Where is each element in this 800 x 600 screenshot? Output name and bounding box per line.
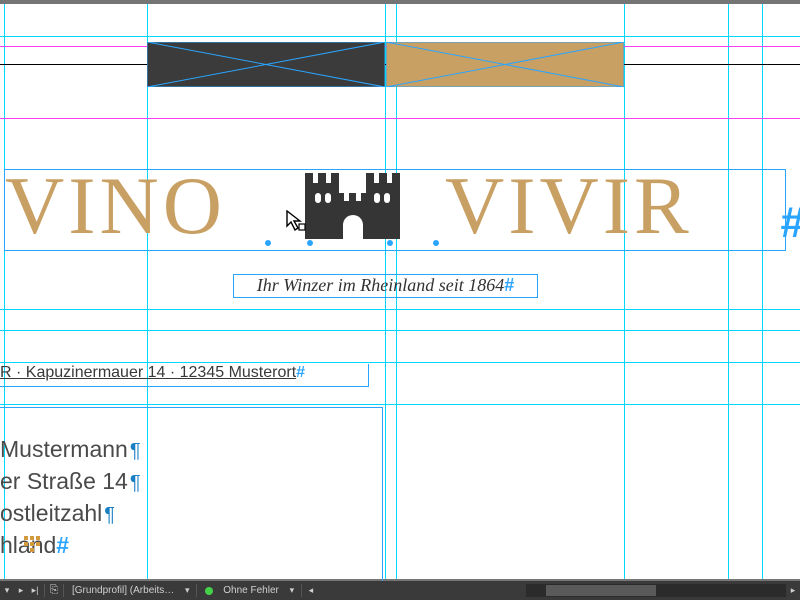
status-bar: ▾ ▸ ▸| ⎘ [Grundprofil] (Arbeits… ▾ Ohne … (0, 581, 800, 600)
preflight-dropdown[interactable]: ▾ (180, 581, 194, 600)
end-of-story-hash: # (56, 532, 69, 558)
pilcrow-icon: ¶ (128, 440, 141, 462)
logo-text-frame[interactable]: VINO VIVIR (4, 169, 786, 251)
address-text-frame[interactable]: Mustermann¶ er Straße 14¶ ostleitzahl¶ h… (0, 407, 383, 584)
guide-horizontal (0, 309, 800, 310)
end-of-story-hash: # (296, 364, 305, 381)
pilcrow-icon: ¶ (102, 504, 115, 526)
h-scroll-right[interactable]: ▸ (786, 581, 800, 600)
tagline-text: Ihr Winzer im Rheinland seit 1864 (257, 275, 504, 295)
address-line: hland# (0, 530, 382, 560)
page-nav-last[interactable]: ▸| (28, 581, 42, 600)
guide-vertical (728, 4, 729, 579)
h-scrollbar-track[interactable] (526, 584, 786, 597)
selection-handle (307, 240, 313, 246)
guide-horizontal (0, 404, 800, 405)
pilcrow-icon: ¶ (128, 472, 141, 494)
sender-line: R · Kapuzinermauer 14 · 12345 Musterort (0, 364, 296, 381)
end-of-story-hash: # (504, 275, 514, 295)
document-canvas[interactable]: VINO VIVIR (0, 4, 800, 579)
page-nav-dropdown[interactable]: ▾ (0, 581, 14, 600)
open-page-icon[interactable]: ⎘ (47, 581, 61, 600)
logo-word-left: VINO (5, 170, 226, 242)
sender-text-frame[interactable]: R · Kapuzinermauer 14 · 12345 Musterort# (0, 364, 369, 387)
page-nav-next[interactable]: ▸ (14, 581, 28, 600)
overset-text-icon (24, 536, 44, 554)
address-line: ostleitzahl¶ (0, 498, 382, 530)
guide-horizontal (0, 330, 800, 331)
h-scrollbar-thumb[interactable] (546, 585, 656, 596)
image-placeholder-tan[interactable] (386, 42, 624, 87)
preflight-profile[interactable]: [Grundprofil] (Arbeits… (66, 585, 180, 596)
castle-icon (265, 165, 440, 245)
selection-handle (265, 240, 271, 246)
logo-word-right: VIVIR (445, 170, 693, 242)
h-scroll-left[interactable]: ◂ (304, 581, 318, 600)
guide-horizontal (0, 36, 800, 37)
end-of-story-hash: # (781, 198, 800, 248)
guide-horizontal (0, 362, 800, 363)
address-line: er Straße 14¶ (0, 466, 382, 498)
margin-guide (0, 118, 800, 119)
image-placeholder-dark[interactable] (147, 42, 385, 87)
preflight-status-dot (205, 587, 213, 595)
preflight-status-text[interactable]: Ohne Fehler (217, 585, 285, 596)
selection-handle (387, 240, 393, 246)
guide-vertical (624, 4, 625, 579)
address-line: Mustermann¶ (0, 434, 382, 466)
selection-handle (433, 240, 439, 246)
tagline-text-frame[interactable]: Ihr Winzer im Rheinland seit 1864# (233, 274, 538, 298)
preflight-status-dropdown[interactable]: ▾ (285, 581, 299, 600)
guide-vertical (762, 4, 763, 579)
